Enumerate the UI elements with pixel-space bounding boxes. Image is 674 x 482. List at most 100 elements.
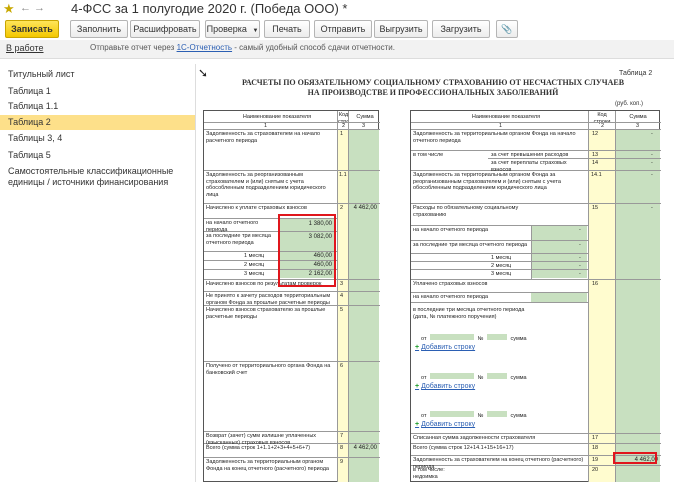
right-row-15-last3-value[interactable]: - [579, 242, 581, 249]
right-row-16-code: 16 [592, 281, 599, 287]
add-row-link-2[interactable]: + Добавить строку [415, 383, 475, 390]
pay-date-field[interactable] [430, 334, 474, 340]
download-button[interactable]: Загрузить [432, 20, 490, 38]
right-sub-vline [531, 225, 532, 279]
sidebar-item-units[interactable]: Самостоятельные классификационные единиц… [0, 166, 195, 190]
right-row-17-label: Списанная сумма задолженности страховате… [413, 435, 536, 441]
payment-line-2: от № сумма [421, 373, 527, 381]
left-col-sum-header: Сумма [356, 114, 374, 120]
pay-sum-label: сумма [510, 336, 527, 342]
pay-date-field[interactable] [430, 373, 474, 379]
right-row-20-code: 20 [592, 467, 599, 473]
right-table: Наименование показателя Код строки Сумма… [410, 110, 661, 482]
back-arrow-icon[interactable]: ← [20, 2, 31, 14]
right-row-17-code: 17 [592, 435, 599, 441]
right-row-18-label: Всего (сумма строк 12+14.1+15+16+17) [413, 445, 514, 451]
send-button[interactable]: Отправить [314, 20, 372, 38]
decode-button[interactable]: Расшифровать [130, 20, 200, 38]
right-row-14-sum[interactable]: - [651, 160, 653, 167]
left-hline-f [204, 291, 380, 292]
pay-no-label: № [477, 336, 484, 342]
sidebar-item-tables-3-4[interactable]: Таблицы 3, 4 [0, 132, 195, 145]
right-row-15-start-label: на начало отчетного периода [413, 227, 489, 233]
units-label: (руб. коп.) [615, 101, 644, 107]
left-row-6-label: Получено от территориального органа Фонд… [206, 363, 331, 376]
print-button[interactable]: Печать [264, 20, 310, 38]
right-sum-column [616, 129, 660, 482]
right-hline-k [411, 443, 661, 444]
upload-button[interactable]: Выгрузить [374, 20, 428, 38]
report-heading: РАСЧЕТЫ ПО ОБЯЗАТЕЛЬНОМУ СОЦИАЛЬНОМУ СТР… [223, 78, 643, 98]
right-hline-g [411, 279, 661, 280]
info-message-suffix: - самый удобный способ сдачи отчетности. [232, 43, 395, 52]
reporting-link[interactable]: 1С-Отчетность [177, 43, 233, 52]
chevron-down-icon: ▼ [252, 28, 259, 34]
sidebar: Титульный лист Таблица 1 Таблица 1.1 Таб… [0, 64, 196, 482]
payment-line-1: от № сумма [421, 334, 527, 342]
right-hline-c [411, 150, 661, 151]
check-dropdown-button[interactable]: Проверка ▼ [205, 20, 260, 38]
add-row-label: Добавить строку [421, 383, 476, 390]
sidebar-item-table-1-1[interactable]: Таблица 1.1 [0, 100, 195, 113]
left-row-1-1-label: Задолженность за реорганизованным страхо… [206, 172, 326, 198]
pay-number-field[interactable] [486, 411, 507, 417]
right-hline-f [411, 203, 661, 204]
right-row-18-code: 18 [592, 445, 599, 451]
plus-icon: + [415, 383, 420, 390]
add-row-link-3[interactable]: + Добавить строку [415, 421, 475, 428]
pay-date-field[interactable] [430, 411, 474, 417]
left-row-2-start-label: на начало отчетного периода [206, 220, 259, 233]
left-row-2-sum[interactable]: 4 462,00 [349, 205, 377, 211]
report-heading-line-2: НА ПРОИЗВОДСТВЕ И ПРОФЕССИОНАЛЬНЫХ ЗАБОЛ… [307, 88, 559, 97]
left-hline-a [204, 122, 380, 123]
add-row-link-1[interactable]: + Добавить строку [415, 344, 475, 351]
right-col-name-header: Наименование показателя [471, 114, 541, 120]
right-hline-j [411, 433, 661, 434]
favorite-star-icon[interactable]: ★ [3, 1, 15, 17]
pay-sum-label: сумма [510, 413, 527, 419]
right-row-16-last3-label: в последние три месяца отчетного периода… [413, 307, 525, 320]
right-row-12-label: Задолженность за территориальным органом… [413, 131, 576, 144]
forward-arrow-icon[interactable]: → [34, 2, 45, 14]
right-sub-hline-3 [411, 253, 588, 254]
right-month-2-value[interactable]: - [579, 263, 581, 270]
right-sub-hline-6 [411, 292, 588, 293]
pay-number-field[interactable] [486, 334, 507, 340]
sidebar-item-table-1[interactable]: Таблица 1 [0, 85, 195, 98]
right-row-15-start-value[interactable]: - [579, 227, 581, 234]
right-vline-1 [588, 111, 589, 482]
right-row-15-sum[interactable]: - [651, 205, 653, 212]
left-vline-1 [337, 111, 338, 482]
left-row-5-label: Начислено взносов страхователю за прошлы… [206, 307, 326, 320]
pay-number-field[interactable] [486, 373, 507, 379]
right-month-3-value[interactable]: - [579, 271, 581, 278]
plus-icon: + [415, 421, 420, 428]
right-month-1-value[interactable]: - [579, 255, 581, 262]
attachment-button[interactable]: 📎 [496, 20, 518, 38]
right-code-column [589, 129, 615, 482]
right-row-12-sum[interactable]: - [651, 131, 653, 138]
left-month-2-label: 2 месяц [244, 262, 265, 268]
right-row-13-label: за счет превышения расходов [491, 152, 569, 158]
left-row-4-code: 4 [340, 293, 344, 299]
left-row-8-sum[interactable]: 4 462,00 [349, 445, 377, 451]
sidebar-item-title-page[interactable]: Титульный лист [0, 68, 195, 81]
right-row-13-sum[interactable]: - [651, 152, 653, 159]
right-row-14-1-sum[interactable]: - [651, 172, 653, 179]
pay-from-label: от [421, 375, 427, 381]
report-heading-line-1: РАСЧЕТЫ ПО ОБЯЗАТЕЛЬНОМУ СОЦИАЛЬНОМУ СТР… [241, 78, 625, 87]
right-row-15-label: Расходы по обязательному социальному стр… [413, 205, 519, 218]
sidebar-item-table-5[interactable]: Таблица 5 [0, 149, 195, 162]
left-month-1-label: 1 месяц [244, 253, 265, 259]
sidebar-item-table-2[interactable]: Таблица 2 [0, 115, 195, 130]
status-link[interactable]: В работе [6, 43, 44, 53]
left-col-name-header: Наименование показателя [242, 114, 312, 120]
check-label: Проверка [206, 24, 247, 34]
add-row-label: Добавить строку [421, 421, 476, 428]
left-row-8-label: Всего (сумма строк 1+1.1+2+3+4+5+6+7) [206, 445, 311, 451]
right-sub-hline-2 [411, 240, 588, 241]
fill-button[interactable]: Заполнить [70, 20, 128, 38]
record-button[interactable]: Записать [5, 20, 59, 38]
report-document: Таблица 2 РАСЧЕТЫ ПО ОБЯЗАТЕЛЬНОМУ СОЦИА… [203, 64, 674, 482]
highlight-box-right [613, 452, 657, 464]
